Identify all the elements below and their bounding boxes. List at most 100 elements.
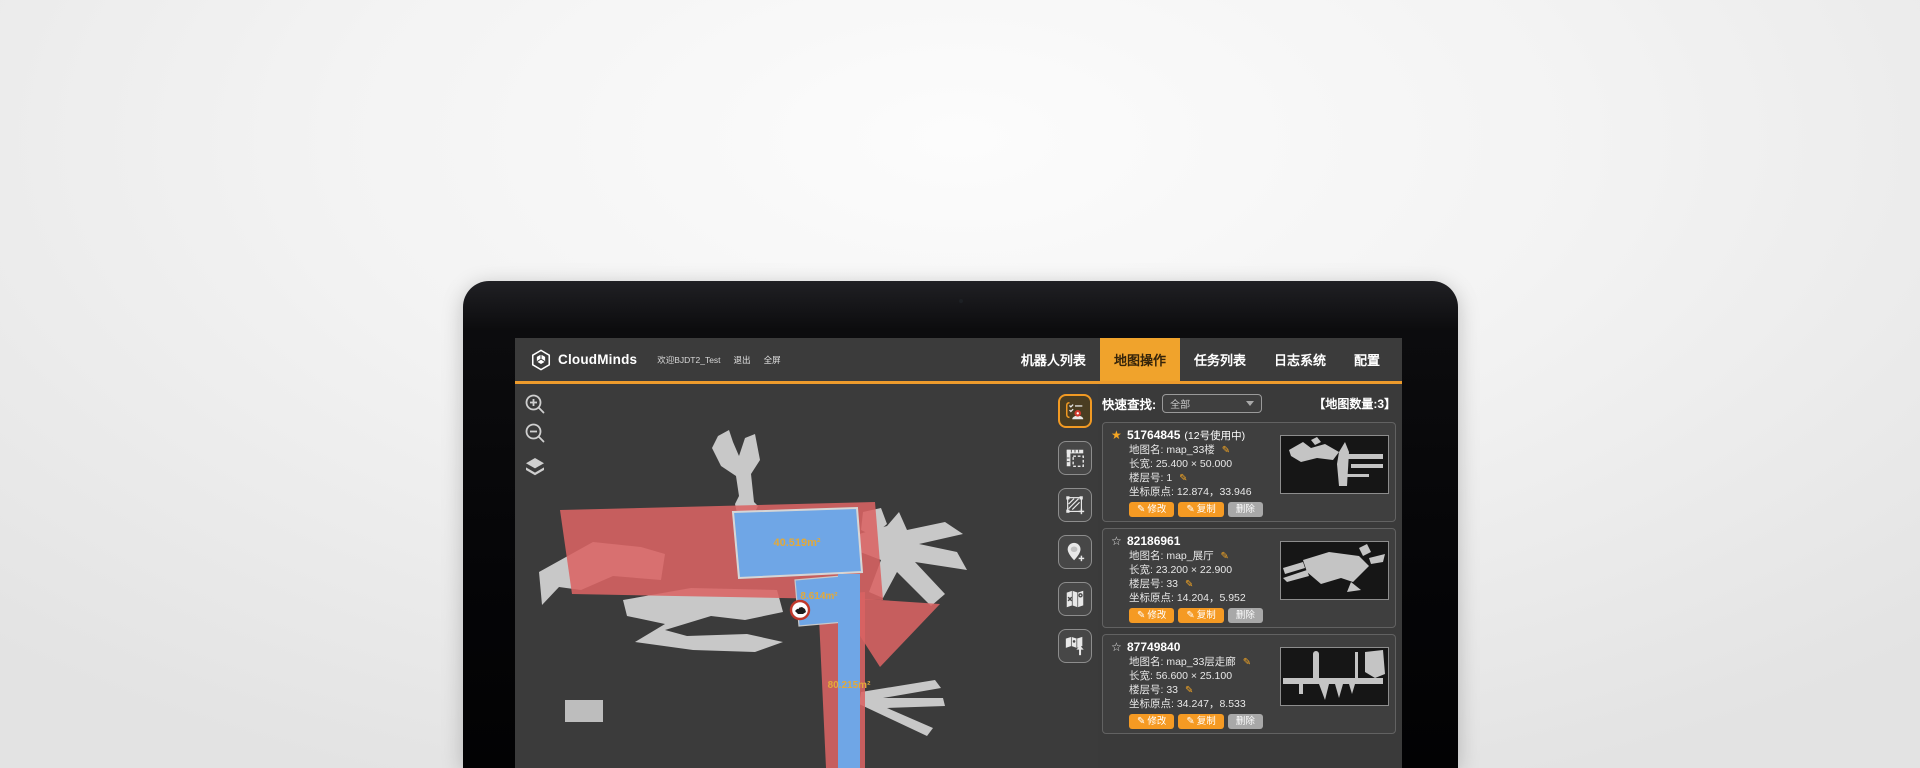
copy-map-button[interactable]: ✎复制 — [1178, 714, 1223, 729]
delete-map-button[interactable]: 删除 — [1228, 502, 1263, 517]
map-thumbnail[interactable] — [1280, 435, 1389, 494]
star-outline-icon[interactable]: ☆ — [1111, 640, 1127, 654]
field-label: 地图名: — [1129, 444, 1163, 456]
zoom-in-icon — [524, 393, 546, 415]
map-count-badge: 【地图数量:3】 — [1313, 395, 1396, 412]
map-card: ☆ 87749840 地图名: map_33层走廊 ✎ 长宽: 56.600 ×… — [1102, 634, 1396, 734]
pencil-icon: ✎ — [1137, 716, 1145, 727]
star-outline-icon[interactable]: ☆ — [1111, 534, 1127, 548]
edit-pencil-icon[interactable]: ✎ — [1243, 657, 1251, 668]
tab-task-list[interactable]: 任务列表 — [1180, 338, 1260, 381]
layers-button[interactable] — [523, 455, 547, 479]
map-zoom-controls — [523, 392, 547, 479]
card-actions: ✎修改 ✎复制 删除 — [1129, 502, 1387, 517]
card-actions: ✎修改 ✎复制 删除 — [1129, 714, 1387, 729]
delete-map-button[interactable]: 删除 — [1228, 608, 1263, 623]
toolbar-add-virtual-wall-button[interactable] — [1058, 488, 1092, 522]
tab-map-operation[interactable]: 地图操作 — [1100, 338, 1180, 381]
zoom-out-icon — [524, 422, 546, 444]
field-value: 34.247，8.533 — [1177, 698, 1246, 710]
map-id: 82186961 — [1127, 534, 1180, 548]
add-virtual-wall-icon — [1064, 494, 1086, 516]
field-label: 长宽: — [1129, 458, 1153, 470]
field-label: 长宽: — [1129, 564, 1153, 576]
session-info: 欢迎BJDT2_Test 退出 全屏 — [657, 354, 780, 366]
field-label: 坐标原点: — [1129, 486, 1174, 498]
field-label: 地图名: — [1129, 550, 1163, 562]
toolbar-map-upload-button[interactable] — [1058, 629, 1092, 663]
map-thumbnail[interactable] — [1280, 647, 1389, 706]
edit-pencil-icon[interactable]: ✎ — [1222, 445, 1230, 456]
edit-map-button[interactable]: ✎修改 — [1129, 714, 1174, 729]
map-id: 87749840 — [1127, 640, 1180, 654]
field-value: map_33层走廊 — [1166, 656, 1235, 668]
map-id: 51764845 — [1127, 428, 1180, 442]
map-in-use-badge: (12号使用中) — [1184, 428, 1245, 443]
field-value: map_33楼 — [1166, 444, 1214, 456]
toolbar-measure-area-button[interactable] — [1058, 441, 1092, 475]
blue-corridor[interactable] — [838, 574, 860, 768]
map-list-panel: 快速查找: 全部 【地图数量:3】 ★ 51764845 (12号使用中) — [1098, 384, 1402, 768]
field-label: 坐标原点: — [1129, 698, 1174, 710]
measure-area-icon — [1064, 447, 1086, 469]
tab-log-system[interactable]: 日志系统 — [1260, 338, 1340, 381]
field-value: 1 — [1166, 472, 1172, 484]
map-thumbnail[interactable] — [1280, 541, 1389, 600]
filter-selected-value: 全部 — [1170, 396, 1190, 411]
edit-pencil-icon[interactable]: ✎ — [1185, 685, 1193, 696]
brand-name: CloudMinds — [558, 352, 637, 367]
area-label-small: 8.614m² — [800, 591, 838, 602]
brand-logo: CloudMinds — [515, 349, 637, 371]
toolbar-add-point-button[interactable] — [1058, 535, 1092, 569]
edit-map-button[interactable]: ✎修改 — [1129, 608, 1174, 623]
map-filter-select[interactable]: 全部 — [1162, 394, 1262, 413]
delete-map-button[interactable]: 删除 — [1228, 714, 1263, 729]
map-toolbar — [1052, 384, 1098, 768]
field-value: 33 — [1166, 684, 1178, 696]
main-menu: 机器人列表 地图操作 任务列表 日志系统 配置 — [1007, 338, 1402, 381]
welcome-text: 欢迎BJDT2_Test — [657, 354, 720, 366]
map-delete-marker-icon — [1064, 588, 1086, 610]
pencil-icon: ✎ — [1186, 716, 1194, 727]
field-value: map_展厅 — [1166, 550, 1213, 562]
cloudminds-logo-icon — [530, 349, 552, 371]
toolbar-map-task-list-button[interactable] — [1058, 394, 1092, 428]
map-card: ★ 51764845 (12号使用中) 地图名: map_33楼 ✎ 长宽: 2… — [1102, 422, 1396, 522]
edit-map-button[interactable]: ✎修改 — [1129, 502, 1174, 517]
quick-find-label: 快速查找: — [1102, 394, 1156, 413]
edit-pencil-icon[interactable]: ✎ — [1221, 551, 1229, 562]
field-label: 楼层号: — [1129, 472, 1163, 484]
copy-map-button[interactable]: ✎复制 — [1178, 608, 1223, 623]
copy-map-button[interactable]: ✎复制 — [1178, 502, 1223, 517]
field-value: 25.400 × 50.000 — [1156, 458, 1232, 470]
fullscreen-link[interactable]: 全屏 — [764, 354, 781, 366]
star-icon[interactable]: ★ — [1111, 428, 1127, 442]
robot-marker[interactable] — [791, 601, 809, 619]
edit-pencil-icon[interactable]: ✎ — [1179, 473, 1187, 484]
zoom-in-button[interactable] — [523, 392, 547, 416]
edit-pencil-icon[interactable]: ✎ — [1185, 579, 1193, 590]
field-label: 坐标原点: — [1129, 592, 1174, 604]
logout-link[interactable]: 退出 — [734, 354, 751, 366]
webcam-dot — [959, 299, 963, 303]
zoom-out-button[interactable] — [523, 421, 547, 445]
laptop-frame: CloudMinds 欢迎BJDT2_Test 退出 全屏 机器人列表 地图操作… — [463, 281, 1458, 768]
layers-icon — [524, 457, 546, 477]
tab-config[interactable]: 配置 — [1340, 338, 1394, 381]
area-label-corridor: 80.215m² — [828, 680, 871, 691]
field-label: 楼层号: — [1129, 684, 1163, 696]
map-upload-icon — [1064, 635, 1086, 657]
card-actions: ✎修改 ✎复制 删除 — [1129, 608, 1387, 623]
map-viewport[interactable]: 40.519m² 8.614m² 80.215m² — [515, 384, 1052, 768]
map-list-header: 快速查找: 全部 【地图数量:3】 — [1102, 392, 1396, 414]
scan-blob-y — [712, 430, 760, 513]
field-label: 地图名: — [1129, 656, 1163, 668]
field-value: 14.204，5.952 — [1177, 592, 1246, 604]
pencil-icon: ✎ — [1137, 504, 1145, 515]
toolbar-map-edit-button[interactable] — [1058, 582, 1092, 616]
tab-robot-list[interactable]: 机器人列表 — [1007, 338, 1100, 381]
area-label-large: 40.519m² — [773, 537, 820, 549]
occupancy-map[interactable]: 40.519m² 8.614m² 80.215m² — [515, 384, 1052, 768]
pencil-icon: ✎ — [1186, 504, 1194, 515]
content-area: 40.519m² 8.614m² 80.215m² — [515, 384, 1402, 768]
